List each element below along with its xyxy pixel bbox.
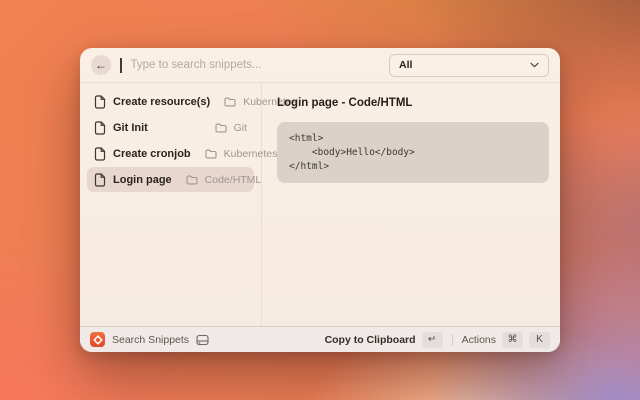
footer-bar: Search Snippets Copy to Clipboard ↵ Acti… (80, 326, 560, 352)
snippet-title: Login page (113, 174, 172, 186)
snippet-code-block: <html> <body>Hello</body> </html> (277, 122, 549, 183)
k-key-icon: K (529, 332, 550, 348)
desktop-background: ← All Create resource(s) (0, 0, 640, 400)
search-bar: ← All (80, 48, 560, 83)
command-key-icon: ⌘ (502, 332, 523, 348)
snippet-list: Create resource(s) Kubernetes Git Init (80, 83, 262, 326)
back-arrow-icon: ← (95, 59, 107, 71)
snippet-category: Git (234, 122, 247, 134)
actions-menu-button[interactable]: Actions ⌘ K (462, 332, 550, 348)
file-icon (94, 121, 106, 135)
filter-dropdown-value: All (399, 59, 412, 71)
footer-app-name: Search Snippets (112, 334, 189, 346)
chevron-down-icon (530, 62, 539, 68)
file-icon (94, 147, 106, 161)
drive-icon (196, 334, 209, 346)
detail-title: Login page - Code/HTML (277, 97, 549, 109)
list-item-git-init[interactable]: Git Init Git (87, 115, 254, 140)
list-item-create-cronjob[interactable]: Create cronjob Kubernetes (87, 141, 254, 166)
text-caret (120, 58, 122, 73)
folder-icon (186, 175, 198, 185)
filter-dropdown[interactable]: All (389, 54, 549, 77)
content-area: Create resource(s) Kubernetes Git Init (80, 83, 560, 326)
copy-to-clipboard-action[interactable]: Copy to Clipboard ↵ (325, 332, 443, 348)
list-item-login-page[interactable]: Login page Code/HTML (87, 167, 254, 192)
detail-panel: Login page - Code/HTML <html> <body>Hell… (262, 83, 560, 326)
snippet-category: Code/HTML (205, 174, 262, 186)
raycast-app-icon (90, 332, 105, 347)
back-button[interactable]: ← (91, 55, 111, 75)
snippets-window: ← All Create resource(s) (80, 48, 560, 352)
copy-to-clipboard-label: Copy to Clipboard (325, 334, 416, 346)
folder-icon (215, 123, 227, 133)
file-icon (94, 95, 106, 109)
actions-label: Actions (462, 334, 496, 346)
snippet-title: Create resource(s) (113, 96, 210, 108)
snippet-title: Git Init (113, 122, 148, 134)
folder-icon (224, 97, 236, 107)
snippet-title: Create cronjob (113, 148, 191, 160)
folder-icon (205, 149, 217, 159)
return-key-icon: ↵ (422, 332, 443, 348)
list-item-create-resources[interactable]: Create resource(s) Kubernetes (87, 89, 254, 114)
footer-divider (452, 334, 453, 346)
search-input[interactable] (131, 59, 381, 71)
file-icon (94, 173, 106, 187)
